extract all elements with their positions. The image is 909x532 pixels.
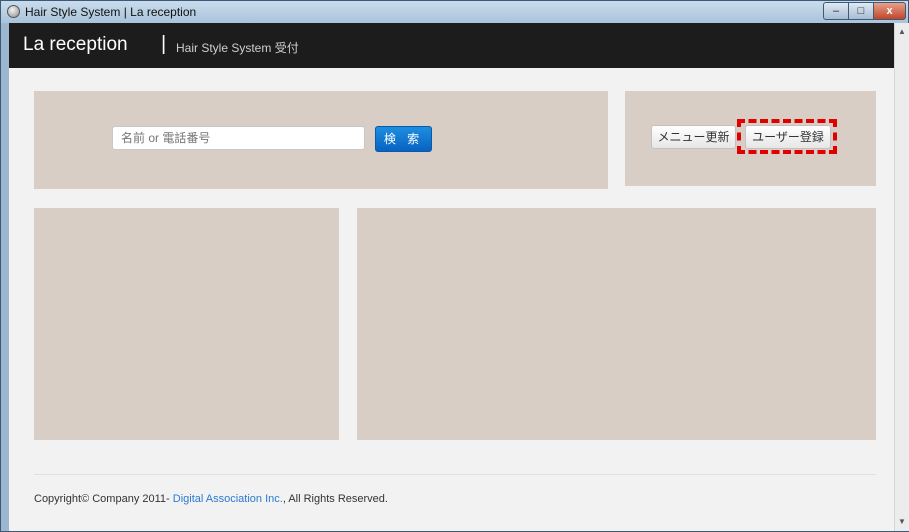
page-content: La reception | Hair Style System 受付 検 索 … xyxy=(9,23,894,531)
vertical-scrollbar[interactable]: ▲ ▼ xyxy=(894,23,909,531)
highlight-box xyxy=(737,119,837,154)
left-content-panel xyxy=(34,208,339,440)
window-title: Hair Style System | La reception xyxy=(25,5,197,19)
close-button[interactable]: x xyxy=(873,2,906,20)
footer-copyright: Copyright© Company 2011- xyxy=(34,493,173,505)
brand-title[interactable]: La reception xyxy=(23,34,128,56)
minimize-button[interactable]: – xyxy=(823,2,849,20)
scroll-up-icon[interactable]: ▲ xyxy=(895,25,909,39)
maximize-button[interactable]: □ xyxy=(848,2,874,20)
scroll-down-icon[interactable]: ▼ xyxy=(895,515,909,529)
brand-subtitle: Hair Style System 受付 xyxy=(176,41,299,55)
app-window: Hair Style System | La reception – □ x L… xyxy=(0,0,909,532)
right-content-panel xyxy=(357,208,876,440)
search-panel: 検 索 xyxy=(34,91,608,189)
navbar: La reception | Hair Style System 受付 xyxy=(9,23,894,68)
footer: Copyright© Company 2011- Digital Associa… xyxy=(34,493,388,505)
search-button[interactable]: 検 索 xyxy=(375,126,432,152)
globe-icon xyxy=(7,5,20,18)
actions-panel: メニュー更新 ユーザー登録 xyxy=(625,91,876,186)
window-titlebar[interactable]: Hair Style System | La reception – □ x xyxy=(1,1,908,23)
menu-update-button[interactable]: メニュー更新 xyxy=(651,125,736,149)
footer-divider xyxy=(34,474,876,475)
footer-company-link[interactable]: Digital Association Inc. xyxy=(173,493,283,505)
search-input[interactable] xyxy=(112,126,365,150)
footer-rights: , All Rights Reserved. xyxy=(282,493,388,505)
brand-separator: | xyxy=(161,33,167,55)
